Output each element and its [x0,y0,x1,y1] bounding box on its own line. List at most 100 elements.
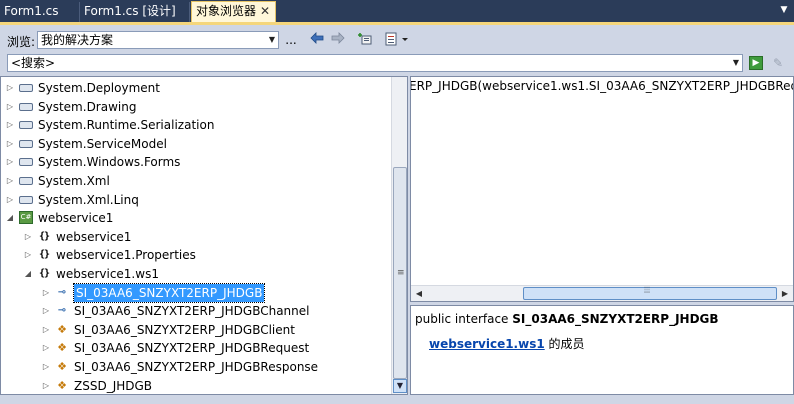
tree-item[interactable]: ▷ ❖ ZSSD_JHDGB [1,377,391,394]
close-icon[interactable]: ✕ [260,2,270,21]
tree-item-label: SI_03AA6_SNZYXT2ERP_JHDGBChannel [74,304,310,319]
browser-settings-button[interactable] [382,32,412,48]
assembly-icon [19,102,33,111]
tree-expand-triangle-icon[interactable]: ▷ [41,358,51,376]
tree-item-label: ZSSD_JHDGB [74,378,153,393]
tree-item-label: webservice1.Properties [56,248,196,263]
tree-expand-triangle-icon[interactable]: ▷ [41,284,51,302]
assembly-icon [19,84,33,92]
class-icon: ❖ [57,322,67,336]
tree-expand-triangle-icon[interactable]: ▷ [5,153,15,171]
tree-item-label: System.Windows.Forms [38,155,181,170]
tree-item[interactable]: ◢ C# webservice1 [1,209,391,227]
class-icon: ❖ [57,341,67,355]
tree-item[interactable]: ▷ ❖ SI_03AA6_SNZYXT2ERP_JHDGBClient [1,321,391,339]
customize-browse-button[interactable]: ... [283,32,299,48]
assembly-icon [19,195,33,204]
tree-item[interactable]: ◢ {} webservice1.ws1 [1,265,391,283]
tab-label: 对象浏览器 [196,4,257,18]
object-browser: 浏览: 我的解决方案 ▼ ... <搜索> ▼ ▶ ✎ ▷ System.Dep… [0,22,794,404]
browse-label: 浏览: [7,35,36,49]
scroll-down-arrow[interactable]: ▼ [393,379,407,393]
grip-icon: ⦙⦙⦙ [644,286,651,296]
object-tree[interactable]: ▷ System.Deployment ▷ System.Drawing ▷ System… [0,76,408,395]
interface-icon: ⊸ [57,305,67,317]
search-input[interactable]: <搜索> ▼ [7,54,743,72]
tree-item-label: SI_03AA6_SNZYXT2ERP_JHDGBResponse [74,360,319,374]
more-label: ... [285,33,297,47]
browse-scope-select[interactable]: 我的解决方案 ▼ [37,31,279,49]
tree-item[interactable]: ▷ System.Windows.Forms [1,153,391,171]
tree-vertical-scrollbar[interactable]: ≡ ▼ [391,77,407,394]
tree-item[interactable]: ▷ System.Xml.Linq [1,191,391,209]
add-reference-button[interactable] [356,32,374,48]
namespace-link[interactable]: webservice1.ws1 [429,337,545,351]
class-icon: ❖ [57,378,67,392]
document-tab-strip: Form1.cs Form1.cs [设计] 对象浏览器 ✕ ▼ [0,0,794,22]
chevron-down-icon: ▼ [732,58,739,67]
assembly-icon [19,139,33,148]
tree-item-label: System.Xml [38,174,110,188]
assembly-icon [19,121,33,130]
clear-search-icon[interactable]: ✎ [770,55,786,71]
tab-overflow-chevron-icon[interactable]: ▼ [778,4,790,16]
namespace-icon: {} [38,249,50,261]
tree-item[interactable]: ▷ System.Deployment [1,79,391,97]
tree-item[interactable]: ▷ ⊸ SI_03AA6_SNZYXT2ERP_JHDGBChannel [1,302,391,320]
scroll-left-arrow[interactable]: ◀ [412,287,426,301]
member-of-suffix: 的成员 [544,337,585,351]
tree-expand-triangle-icon[interactable]: ▷ [5,98,15,116]
scroll-right-arrow[interactable]: ▶ [778,287,792,301]
tree-expand-triangle-icon[interactable]: ▷ [5,172,15,190]
browse-scope-value: 我的解决方案 [41,33,114,47]
tree-expand-triangle-icon[interactable]: ▷ [5,191,15,209]
tree-item-label: SI_03AA6_SNZYXT2ERP_JHDGBClient [74,322,295,337]
tree-item[interactable]: ▷ ❖ SI_03AA6_SNZYXT2ERP_JHDGBResponse [1,358,391,376]
assembly-icon [19,177,33,185]
tree-expand-triangle-icon[interactable]: ▷ [5,116,15,134]
grip-icon: ≡ [397,268,405,278]
tree-collapse-triangle-icon[interactable]: ◢ [23,265,33,283]
tree-item-label: System.Runtime.Serialization [38,118,215,133]
arrow-right-icon [331,32,345,44]
tree-item[interactable]: ▷ System.Xml [1,172,391,190]
signature-name: SI_03AA6_SNZYXT2ERP_JHDGB [512,312,719,326]
settings-dropdown-icon [385,32,408,46]
tree-item[interactable]: ▷ System.Drawing [1,98,391,116]
tree-item[interactable]: ▷ System.Runtime.Serialization [1,116,391,134]
tree-item[interactable]: ▷ ⊸ SI_03AA6_SNZYXT2ERP_JHDGB [1,282,391,303]
tab-object-browser[interactable]: 对象浏览器 ✕ [191,1,276,22]
tree-item[interactable]: ▷ System.ServiceModel [1,135,391,153]
tab-form1-design[interactable]: Form1.cs [设计] [80,2,190,22]
member-item[interactable]: ERP_JHDGB(webservice1.ws1.SI_03AA6_SNZYX… [411,79,793,93]
tree-item-label: webservice1.ws1 [56,267,159,281]
tree-expand-triangle-icon[interactable]: ▷ [41,377,51,394]
tree-expand-triangle-icon[interactable]: ▷ [23,228,33,246]
tree-item[interactable]: ▷ {} webservice1 [1,228,391,246]
tree-expand-triangle-icon[interactable]: ▷ [23,246,33,264]
description-member-of: webservice1.ws1 的成员 [429,335,585,352]
tree-item-label: SI_03AA6_SNZYXT2ERP_JHDGBRequest [74,341,310,356]
chevron-down-icon: ▼ [268,35,275,44]
tab-form1-code[interactable]: Form1.cs [0,2,80,22]
search-go-icon[interactable]: ▶ [749,56,763,70]
tree-item[interactable]: ▷ ❖ SI_03AA6_SNZYXT2ERP_JHDGBRequest [1,339,391,357]
member-horizontal-scrollbar[interactable]: ◀ ⦙⦙⦙ ▶ [411,285,793,301]
scrollbar-thumb[interactable]: ≡ [393,167,407,379]
tree-item-label: System.Deployment [38,81,160,95]
back-button[interactable] [309,32,325,48]
tree-expand-triangle-icon[interactable]: ▷ [41,302,51,320]
tree-item[interactable]: ▷ {} webservice1.Properties [1,246,391,264]
assembly-icon [19,158,33,167]
tree-expand-triangle-icon[interactable]: ▷ [41,321,51,339]
forward-button[interactable] [330,32,346,48]
object-browser-toolbar: 浏览: 我的解决方案 ▼ ... [0,28,794,52]
tree-expand-triangle-icon[interactable]: ▷ [5,135,15,153]
tree-expand-triangle-icon[interactable]: ▷ [41,339,51,357]
scrollbar-thumb[interactable]: ⦙⦙⦙ [523,286,777,300]
tree-item-label: SI_03AA6_SNZYXT2ERP_JHDGB [72,282,266,303]
tree-collapse-triangle-icon[interactable]: ◢ [5,209,15,227]
csharp-project-icon: C# [19,211,33,225]
tree-expand-triangle-icon[interactable]: ▷ [5,79,15,97]
member-list[interactable]: ERP_JHDGB(webservice1.ws1.SI_03AA6_SNZYX… [410,76,794,302]
